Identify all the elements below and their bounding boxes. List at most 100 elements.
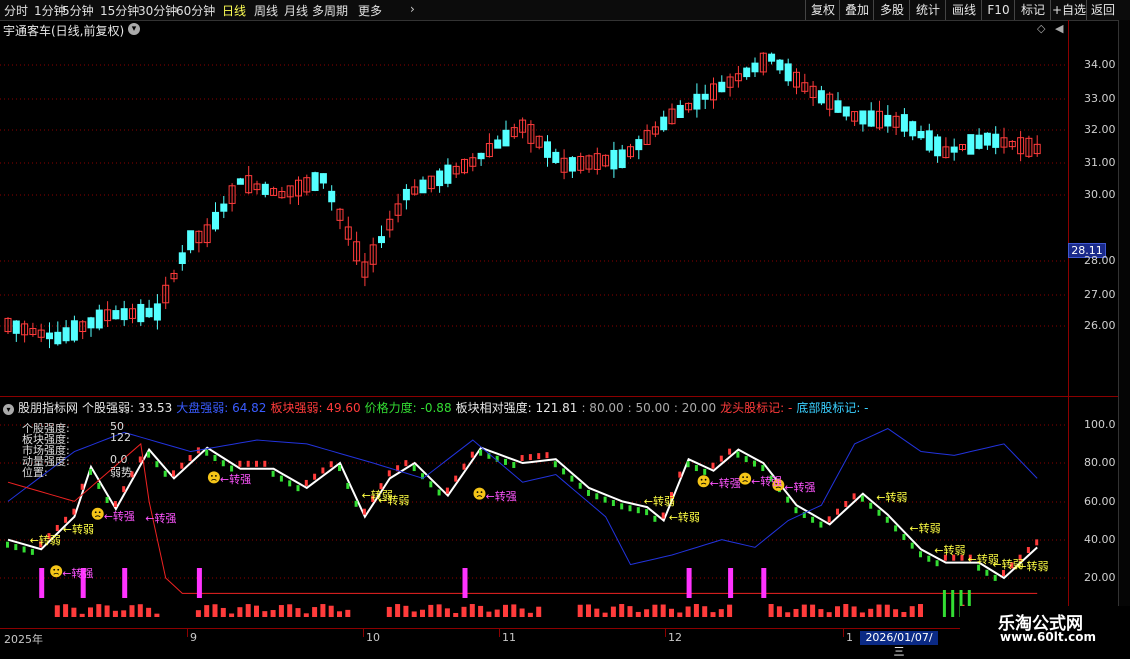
indicator-tick: 80.00 xyxy=(1084,456,1116,469)
candle xyxy=(676,100,684,118)
volume-bar xyxy=(395,604,401,617)
strength-tick xyxy=(553,461,557,468)
period-tab-5[interactable]: 60分钟 xyxy=(176,2,215,19)
toolbar-button-4[interactable]: 画线 xyxy=(945,0,982,20)
strength-tick xyxy=(362,508,366,515)
time-label: 9 xyxy=(190,631,197,644)
time-label: 11 xyxy=(502,631,516,644)
candlestick-chart[interactable] xyxy=(0,20,1068,396)
toolbar-button-3[interactable]: 统计 xyxy=(909,0,946,20)
strength-tick xyxy=(404,460,408,467)
volume-bar xyxy=(469,604,475,617)
candle xyxy=(552,148,560,165)
period-tab-7[interactable]: 周线 xyxy=(254,2,278,19)
signal-arrow xyxy=(951,590,955,617)
strength-tick xyxy=(603,496,607,503)
volume-bar xyxy=(619,604,625,617)
more-chevron-icon[interactable]: › xyxy=(410,2,415,16)
candle xyxy=(826,91,834,117)
strength-tick xyxy=(894,525,898,532)
candle xyxy=(651,121,659,138)
strength-tick xyxy=(827,516,831,523)
strength-tick xyxy=(860,495,864,502)
candle xyxy=(311,171,319,192)
candle xyxy=(477,152,485,166)
strength-tick xyxy=(927,555,931,562)
toolbar-button-7[interactable]: +自选 xyxy=(1050,0,1087,20)
candle xyxy=(585,154,593,173)
toolbar-button-8[interactable]: 返回 xyxy=(1086,0,1119,20)
strength-tick xyxy=(304,479,308,486)
strength-tick xyxy=(686,461,690,468)
strength-tick xyxy=(113,501,117,508)
period-tab-3[interactable]: 15分钟 xyxy=(100,2,139,19)
strong-signal-label: ←转强 xyxy=(145,512,177,526)
candle xyxy=(386,210,394,238)
candle xyxy=(842,106,850,121)
volume-bar xyxy=(278,605,284,617)
side-panel[interactable] xyxy=(1118,20,1130,650)
toolbar-button-0[interactable]: 复权 xyxy=(805,0,840,20)
strength-tick xyxy=(877,509,881,516)
strength-tick xyxy=(836,508,839,515)
strength-tick xyxy=(155,461,159,468)
candle xyxy=(801,73,809,94)
candle xyxy=(502,120,510,147)
volume-bar xyxy=(859,612,865,617)
candle xyxy=(494,135,502,149)
volume-bar xyxy=(660,604,666,617)
period-tab-6[interactable]: 日线 xyxy=(222,2,246,19)
period-tab-0[interactable]: 分时 xyxy=(4,2,28,19)
period-tab-2[interactable]: 5分钟 xyxy=(62,2,94,19)
candle xyxy=(4,317,12,334)
volume-bar xyxy=(220,607,226,617)
time-tick xyxy=(363,629,364,637)
strength-tick xyxy=(288,480,292,487)
candle xyxy=(70,315,78,343)
watermark-url: www.60lt.com xyxy=(1000,630,1097,644)
candle xyxy=(162,276,170,310)
strength-tick xyxy=(329,461,333,468)
period-tab-4[interactable]: 30分钟 xyxy=(138,2,177,19)
time-label: 1 xyxy=(846,631,853,644)
volume-bar xyxy=(669,608,674,617)
signal-marker xyxy=(196,568,202,598)
period-tab-10[interactable]: 更多 xyxy=(358,2,382,19)
period-tab-8[interactable]: 月线 xyxy=(284,2,308,19)
indicator-tick: 20.00 xyxy=(1084,571,1116,584)
volume-bar xyxy=(594,608,600,617)
strength-tick xyxy=(562,468,566,475)
toolbar-button-5[interactable]: F10 xyxy=(981,0,1015,20)
volume-bar xyxy=(918,604,923,617)
candle xyxy=(867,102,875,127)
stats-label: 位置: xyxy=(22,466,48,479)
period-tab-9[interactable]: 多周期 xyxy=(312,2,348,19)
volume-bar xyxy=(146,607,152,617)
candle xyxy=(270,186,278,196)
strength-tick xyxy=(255,460,258,467)
toolbar-button-6[interactable]: 标记 xyxy=(1014,0,1051,20)
candle xyxy=(228,183,236,212)
stats-row: 位置: 弱势 xyxy=(22,464,132,479)
toolbar-button-2[interactable]: 多股 xyxy=(873,0,910,20)
toolbar-button-1[interactable]: 叠加 xyxy=(839,0,874,20)
pane-divider xyxy=(0,396,1118,397)
candle xyxy=(369,237,377,273)
candle xyxy=(942,137,950,159)
strength-tick xyxy=(221,460,225,467)
time-axis xyxy=(0,628,1118,629)
strength-tick xyxy=(479,449,483,456)
time-tick xyxy=(187,629,188,637)
period-tab-1[interactable]: 1分钟 xyxy=(34,2,66,19)
candle xyxy=(303,174,311,196)
volume-bar xyxy=(121,610,127,617)
volume-bar xyxy=(785,612,791,617)
candle xyxy=(278,186,286,199)
face-icon xyxy=(473,487,486,500)
strength-tick xyxy=(105,496,109,503)
strength-tick xyxy=(445,487,449,494)
strength-tick xyxy=(72,508,76,515)
volume-bar xyxy=(801,604,807,617)
candle xyxy=(361,252,369,287)
volume-bar xyxy=(519,608,525,617)
